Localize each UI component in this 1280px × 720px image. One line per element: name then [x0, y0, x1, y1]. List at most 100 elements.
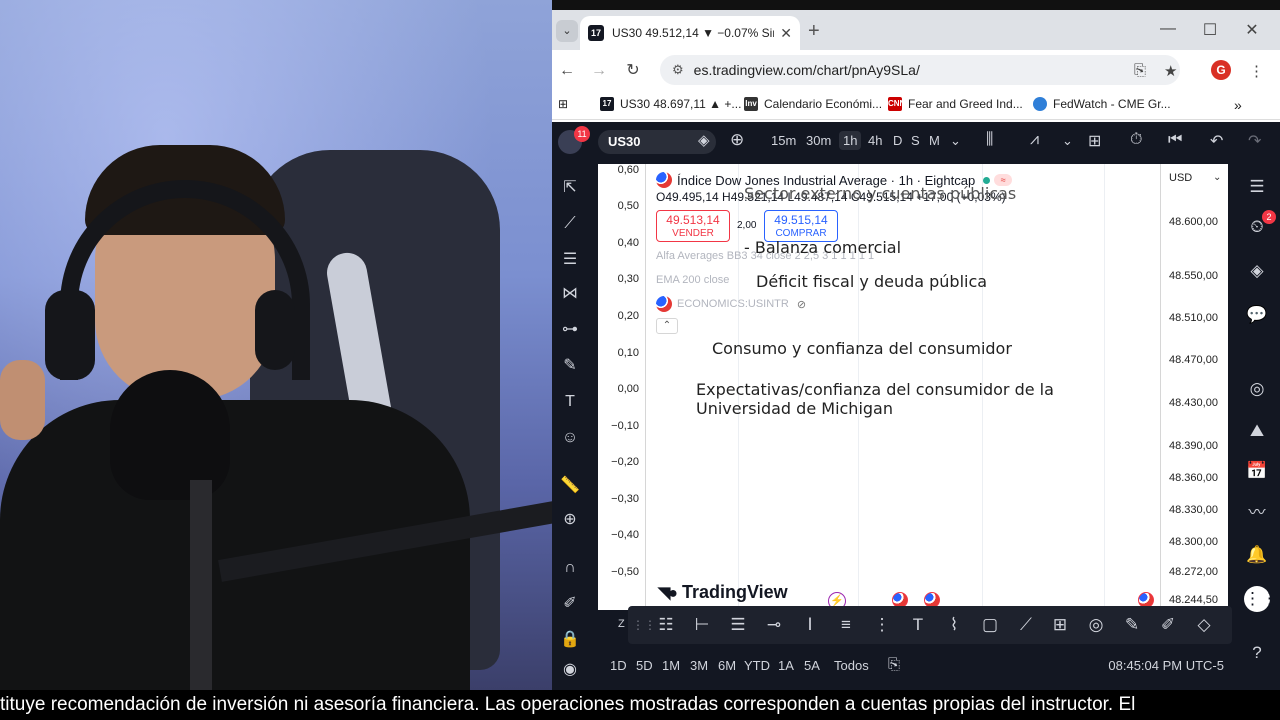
date-range-icon[interactable]: ⊢: [690, 614, 714, 636]
emoji-icon[interactable]: ☺: [558, 426, 582, 450]
brush-icon[interactable]: ✎: [558, 354, 582, 378]
rectangle-icon[interactable]: ▢: [978, 614, 1002, 636]
brush-tool-icon[interactable]: ✎: [1120, 614, 1144, 636]
chat-icon[interactable]: 💬: [1244, 302, 1270, 328]
collapse-legend-icon[interactable]: ⌃: [656, 318, 678, 334]
window-close-icon[interactable]: ✕: [1232, 20, 1272, 40]
diamond-icon[interactable]: ◈: [698, 131, 710, 149]
fib-lines-icon[interactable]: ☰: [558, 248, 582, 272]
range-1a[interactable]: 1A: [778, 658, 794, 673]
range-6m[interactable]: 6M: [718, 658, 736, 673]
table-grid-icon[interactable]: ⊞: [1048, 614, 1072, 636]
target-icon[interactable]: ◎: [1244, 376, 1270, 402]
indicator-ema200[interactable]: EMA 200 close: [656, 274, 729, 286]
go-to-date-icon[interactable]: ⎘: [888, 656, 900, 673]
timeframe-s[interactable]: S: [911, 133, 920, 148]
timeframe-m[interactable]: M: [929, 133, 940, 148]
timeframe-1h[interactable]: 1h: [839, 131, 862, 150]
node-path-icon[interactable]: ◇: [1192, 614, 1216, 636]
compare-plus-icon[interactable]: ⊕: [730, 130, 744, 150]
timeframe-dropdown-icon[interactable]: ⌄: [950, 133, 961, 149]
range-5d[interactable]: 5D: [636, 658, 653, 673]
range-1m[interactable]: 1M: [662, 658, 680, 673]
projection-icon[interactable]: ⊶: [558, 318, 582, 342]
ruler-icon[interactable]: 📏: [558, 474, 582, 498]
parallel-lines-icon[interactable]: ≡: [834, 614, 858, 636]
replay-icon[interactable]: ⏮: [1168, 131, 1182, 149]
range-5a[interactable]: 5A: [804, 658, 820, 673]
path-icon[interactable]: ⌇: [942, 614, 966, 636]
pen-icon[interactable]: ✐: [1156, 614, 1180, 636]
bookmark-calendario[interactable]: Inv Calendario Económi...: [744, 97, 882, 111]
bookmark-us30[interactable]: 17 US30 48.697,11 ▲ +...: [600, 97, 741, 111]
timeframe-d[interactable]: D: [893, 133, 902, 148]
undo-icon[interactable]: ↶: [1210, 131, 1223, 151]
currency-selector[interactable]: USD: [1169, 172, 1192, 184]
alert-clock-icon[interactable]: ⏱: [1130, 131, 1142, 149]
tab-tradingview[interactable]: 17 US30 49.512,14 ▼ −0.07% Sin n ✕: [580, 16, 800, 50]
sell-button[interactable]: 49.513,14 VENDER: [656, 210, 730, 242]
indicator-scale[interactable]: 0,60 0,50 0,40 0,30 0,20 0,10 0,00 −0,10 −0,20 −0…: [598, 164, 646, 610]
minimize-icon[interactable]: —: [1148, 20, 1188, 38]
tab-close-icon[interactable]: ✕: [780, 25, 792, 42]
indicators-dropdown-icon[interactable]: ⌄: [1062, 133, 1073, 149]
text-tool-icon[interactable]: T: [558, 390, 582, 414]
apps-dots-icon[interactable]: ⋮⋮: [1244, 586, 1278, 612]
layers-icon[interactable]: ◈: [1244, 258, 1270, 284]
apps-grid-icon[interactable]: ⊞: [558, 97, 568, 111]
watchlist-icon[interactable]: ☰: [1244, 174, 1270, 200]
fib-channel-icon[interactable]: ☷: [654, 614, 678, 636]
magnet-icon[interactable]: ∩: [558, 556, 582, 580]
stream-icon[interactable]: 〰: [1244, 500, 1270, 526]
new-tab-icon[interactable]: +: [808, 20, 820, 43]
timeframe-30m[interactable]: 30m: [806, 133, 831, 148]
bookmark-fear-greed[interactable]: CNN Fear and Greed Ind...: [888, 97, 1023, 111]
chart-canvas[interactable]: 0,60 0,50 0,40 0,30 0,20 0,10 0,00 −0,10 −0,20 −0…: [598, 164, 1228, 610]
help-icon[interactable]: ?: [1244, 640, 1270, 666]
vertical-line-icon[interactable]: ⋮: [870, 614, 894, 636]
text-icon[interactable]: T: [906, 614, 930, 636]
candles-icon[interactable]: ⫼: [986, 131, 993, 149]
indicators-icon[interactable]: ⩘: [1030, 131, 1039, 149]
currency-chevron-icon[interactable]: ⌄: [1213, 172, 1221, 183]
horizontal-ray-icon[interactable]: ⊸: [762, 614, 786, 636]
zoom-in-icon[interactable]: ⊕: [558, 508, 582, 532]
screenshot-icon[interactable]: ⎘: [1134, 62, 1146, 79]
bookmark-fedwatch[interactable]: FedWatch - CME Gr...: [1033, 97, 1171, 111]
reload-icon[interactable]: ↻: [620, 58, 646, 84]
range-todos[interactable]: Todos: [834, 658, 869, 673]
lock-icon[interactable]: 🔒: [558, 628, 582, 652]
notifications-bell-icon[interactable]: 🔔: [1244, 542, 1270, 568]
price-range-icon[interactable]: ☰: [726, 614, 750, 636]
pattern-icon[interactable]: ⋈: [558, 282, 582, 306]
forward-icon[interactable]: →: [586, 58, 612, 84]
range-1d[interactable]: 1D: [610, 658, 627, 673]
range-3m[interactable]: 3M: [690, 658, 708, 673]
text-cursor-icon[interactable]: Ⅰ: [798, 614, 822, 636]
back-icon[interactable]: ←: [554, 58, 580, 84]
url-field[interactable]: ⚙ es.tradingview.com/chart/pnAy9SLa/: [660, 55, 1180, 85]
more-bookmarks-icon[interactable]: »: [1234, 97, 1242, 113]
circle-tool-icon[interactable]: ◎: [1084, 614, 1108, 636]
calendar-icon[interactable]: 📅: [1244, 458, 1270, 484]
price-scale[interactable]: USD ⌄ 48.600,00 48.550,00 48.510,00 48.470,…: [1160, 164, 1228, 610]
maximize-icon[interactable]: ☐: [1190, 20, 1230, 40]
menu-kebab-icon[interactable]: ⋮: [1249, 62, 1264, 80]
tab-search-icon[interactable]: ⌄: [556, 20, 578, 42]
bookmark-star-icon[interactable]: ★: [1164, 62, 1177, 80]
cursor-icon[interactable]: ⇱: [558, 176, 582, 200]
lock-drawing-icon[interactable]: ✐: [558, 592, 582, 616]
timeframe-15m[interactable]: 15m: [771, 133, 796, 148]
trend-line-icon[interactable]: ⟋: [558, 212, 582, 236]
timeframe-4h[interactable]: 4h: [868, 133, 882, 148]
drag-handle-icon[interactable]: ⋮⋮: [632, 614, 656, 636]
layouts-grid-icon[interactable]: ⊞: [1088, 131, 1101, 151]
line-icon[interactable]: ⟋: [1014, 614, 1038, 636]
profile-avatar[interactable]: G: [1211, 60, 1231, 80]
ideas-icon[interactable]: ⛰: [1244, 418, 1270, 444]
site-info-icon[interactable]: ⚙: [672, 62, 684, 78]
range-ytd[interactable]: YTD: [744, 658, 770, 673]
redo-icon[interactable]: ↷: [1248, 131, 1261, 151]
time-readout[interactable]: 08:45:04 PM UTC-5: [1108, 658, 1224, 673]
indicator-usintr[interactable]: ECONOMICS:USINTR ⊘: [656, 296, 806, 312]
